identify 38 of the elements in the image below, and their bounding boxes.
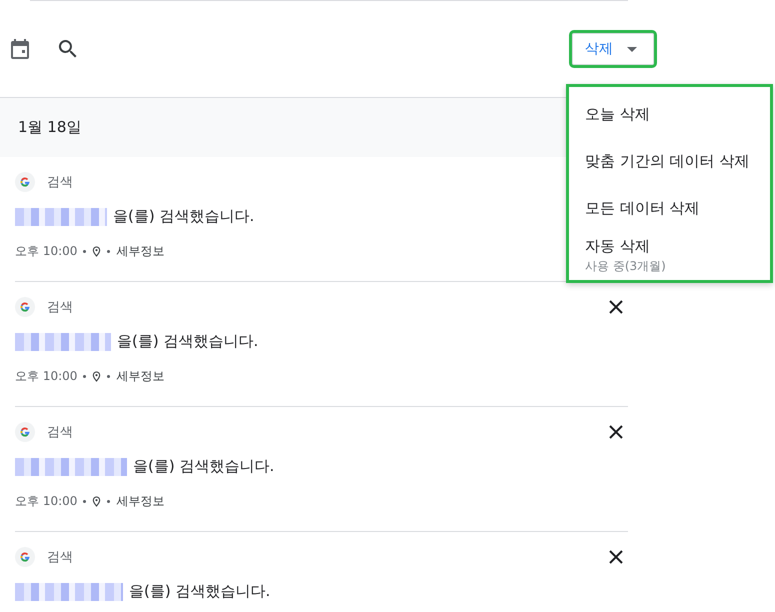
time-text: 오후 10:00: [15, 243, 78, 260]
query-text: 을(를) 검색했습니다.: [133, 457, 274, 476]
menu-item[interactable]: 모든 데이터 삭제: [569, 185, 770, 232]
time-text: 오후 10:00: [15, 368, 78, 385]
location-pin-icon[interactable]: [92, 496, 102, 507]
close-icon[interactable]: [609, 425, 623, 439]
time-text: 오후 10:00: [15, 493, 78, 510]
close-icon[interactable]: [609, 550, 623, 564]
menu-item[interactable]: 오늘 삭제: [569, 91, 770, 138]
google-logo-icon: [15, 172, 35, 192]
query-text: 을(를) 검색했습니다.: [113, 207, 254, 226]
separator-dot: [83, 500, 86, 503]
query-text: 을(를) 검색했습니다.: [129, 582, 270, 601]
caret-icon: [627, 46, 637, 52]
source-label: 검색: [47, 424, 73, 441]
location-pin-icon[interactable]: [92, 246, 102, 257]
details-link[interactable]: 세부정보: [116, 243, 164, 260]
separator-dot: [107, 250, 110, 253]
calendar-icon[interactable]: [8, 37, 32, 61]
menu-item[interactable]: 자동 삭제 사용 중(3개월): [569, 232, 770, 280]
source-label: 검색: [47, 299, 73, 316]
google-logo-icon: [15, 422, 35, 442]
delete-button[interactable]: 삭제: [572, 33, 654, 65]
details-link[interactable]: 세부정보: [116, 368, 164, 385]
separator-dot: [83, 375, 86, 378]
source-label: 검색: [47, 174, 73, 191]
query-text: 을(를) 검색했습니다.: [117, 332, 258, 351]
google-logo-icon: [15, 297, 35, 317]
separator-dot: [107, 375, 110, 378]
source-label: 검색: [47, 549, 73, 566]
google-logo-icon: [15, 547, 35, 567]
details-link[interactable]: 세부정보: [116, 493, 164, 510]
separator-dot: [83, 250, 86, 253]
close-icon[interactable]: [609, 300, 623, 314]
date-header: 1월 18일: [18, 118, 82, 137]
separator-dot: [107, 500, 110, 503]
location-pin-icon[interactable]: [92, 371, 102, 382]
menu-item[interactable]: 맞춤 기간의 데이터 삭제: [569, 138, 770, 185]
